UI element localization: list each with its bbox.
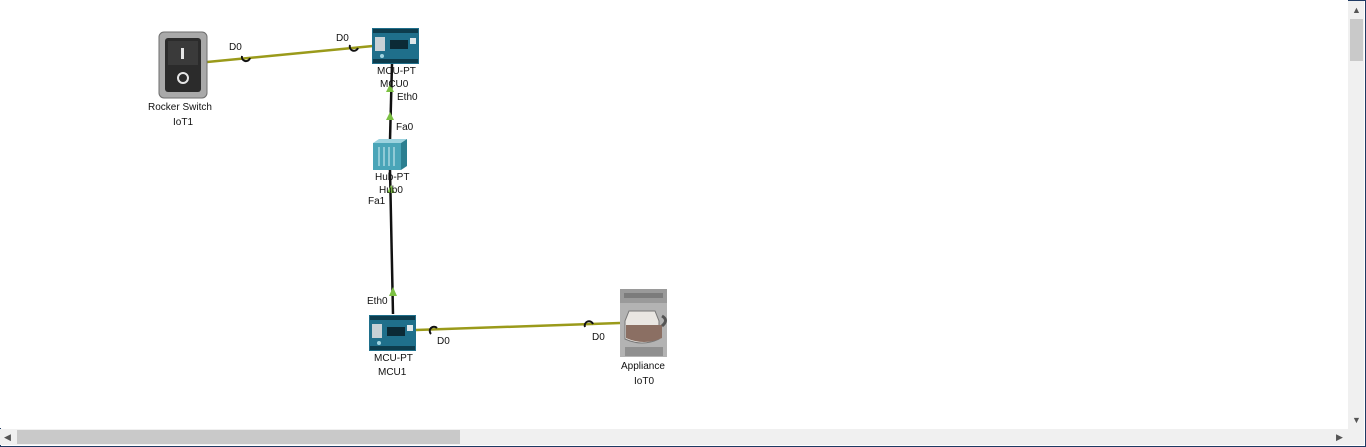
mcu1-id: MCU1 [378, 367, 407, 378]
vertical-scrollbar[interactable] [1348, 1, 1364, 429]
rocker-switch-icon [158, 31, 208, 99]
port-label: Fa1 [368, 196, 386, 207]
link-up-indicator-icon [386, 112, 394, 120]
hub-name: Hub-PT [375, 172, 410, 183]
appliance-name: Appliance [621, 361, 665, 372]
scroll-right-icon[interactable]: ▶ [1336, 432, 1343, 442]
rocker-switch-id: IoT1 [173, 117, 194, 128]
scroll-up-icon[interactable]: ▲ [1352, 5, 1361, 15]
iot-cable-mcu1-appliance[interactable] [415, 321, 621, 332]
mcu1-device[interactable] [369, 315, 416, 351]
port-label: Fa0 [396, 122, 414, 133]
scrollbar-corner [1348, 429, 1364, 445]
appliance-device[interactable] [619, 289, 669, 359]
logical-workspace-canvas[interactable]: Rocker Switch IoT1 MCU-PT MCU0 Hub-PT Hu… [0, 0, 1348, 428]
rocker-switch-device[interactable] [158, 31, 208, 99]
port-label: D0 [592, 332, 605, 343]
mcu1-name: MCU-PT [374, 353, 413, 364]
hub-icon [373, 139, 407, 170]
microcontroller-board-icon [369, 315, 416, 351]
port-label: Eth0 [367, 296, 388, 307]
scroll-left-icon[interactable]: ◀ [4, 432, 11, 442]
coffee-maker-icon [620, 289, 667, 357]
hub-device[interactable] [373, 139, 407, 170]
horizontal-scrollbar-thumb[interactable] [17, 430, 460, 444]
port-label: D0 [437, 336, 450, 347]
mcu0-id: MCU0 [380, 79, 409, 87]
scroll-down-icon[interactable]: ▼ [1352, 415, 1361, 425]
rocker-switch-name: Rocker Switch [148, 102, 212, 113]
microcontroller-board-icon [372, 28, 419, 64]
port-label: Eth0 [397, 92, 418, 103]
vertical-scrollbar-thumb[interactable] [1350, 19, 1363, 61]
port-label: D0 [336, 33, 349, 44]
appliance-id: IoT0 [634, 376, 655, 387]
mcu0-name: MCU-PT [377, 66, 416, 77]
port-label: D0 [229, 42, 242, 53]
link-up-indicator-icon [389, 287, 397, 296]
mcu0-device[interactable] [372, 28, 419, 64]
